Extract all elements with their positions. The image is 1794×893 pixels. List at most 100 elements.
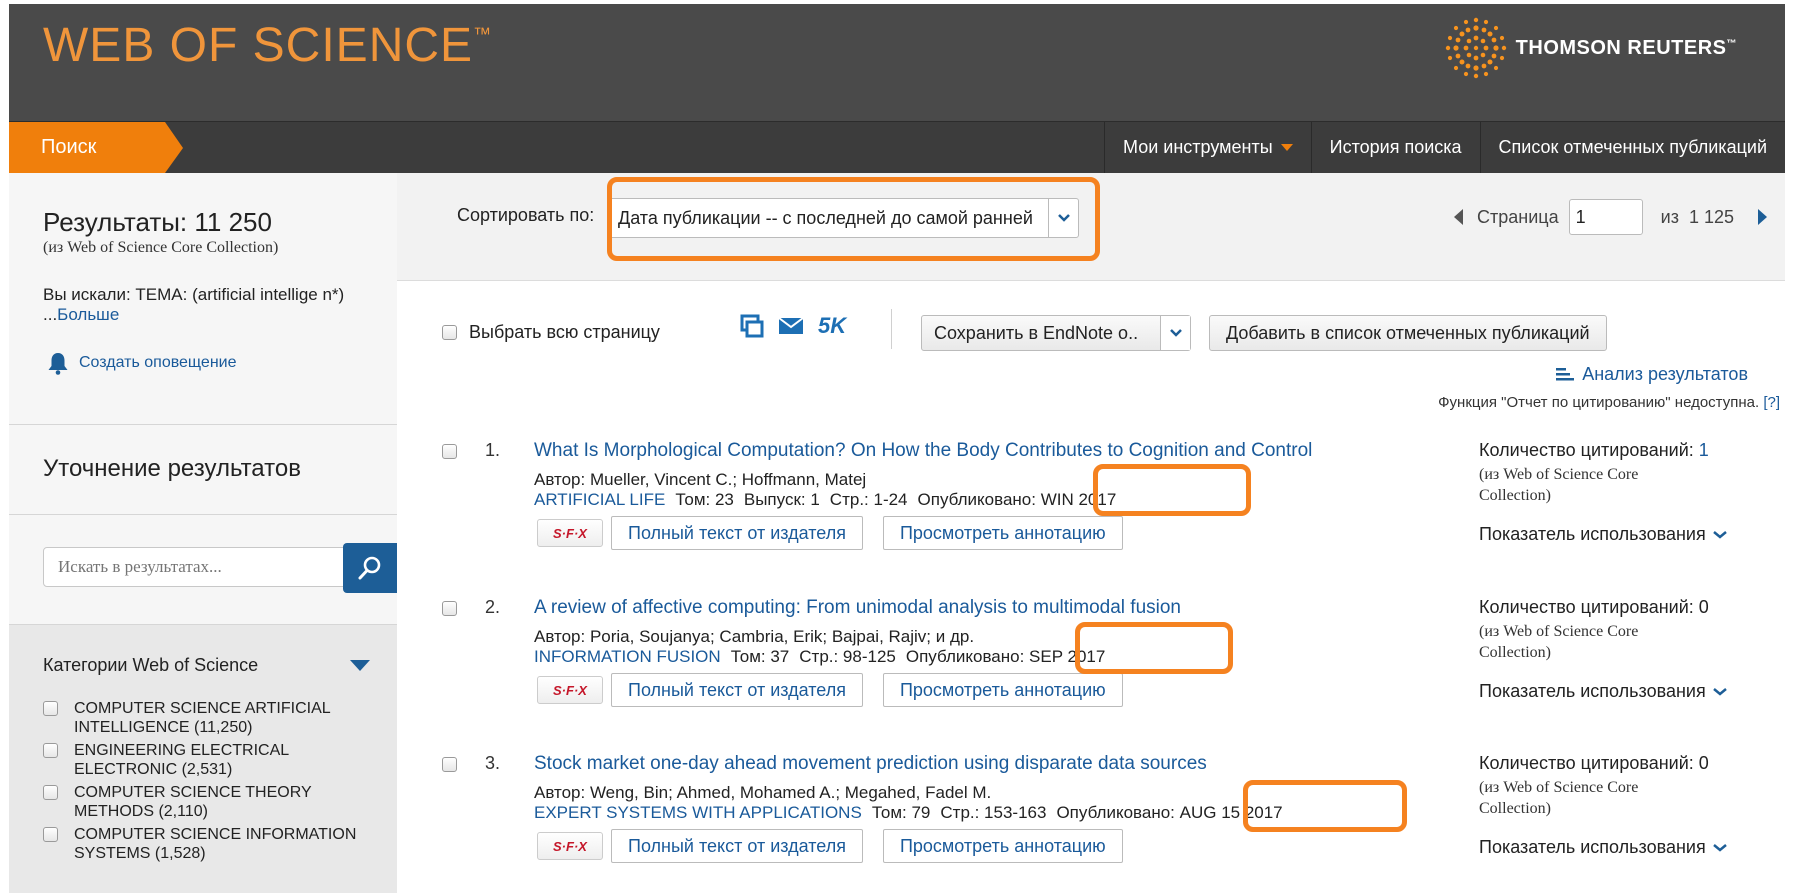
- sfx-button[interactable]: S·F·X: [537, 519, 603, 547]
- view-abstract-button[interactable]: Просмотреть аннотацию: [882, 829, 1123, 863]
- search-query: Вы искали: ТЕМА: (artificial intellige n…: [43, 285, 345, 324]
- refine-title: Уточнение результатов: [43, 455, 301, 482]
- record-number: 2.: [485, 597, 501, 617]
- bell-icon: [48, 353, 68, 375]
- search-in-results: [9, 515, 397, 625]
- search-in-results-button[interactable]: [343, 543, 397, 593]
- record-number: 3.: [485, 753, 501, 773]
- create-alert-link[interactable]: Создать оповещение: [47, 351, 236, 375]
- result-record: 1. What Is Morphological Computation? On…: [397, 432, 1785, 582]
- wos-categories-panel: Категории Web of Science COMPUTER SCIENC…: [9, 625, 397, 893]
- help-link[interactable]: [?]: [1763, 394, 1780, 411]
- usage-count-toggle[interactable]: Показатель использования: [1479, 524, 1728, 545]
- record-journal[interactable]: ARTIFICIAL LIFE: [534, 490, 665, 510]
- record-title[interactable]: Stock market one-day ahead movement pred…: [534, 753, 1207, 775]
- record-authors: Автор: Mueller, Vincent C.; Hoffmann, Ma…: [534, 470, 867, 489]
- record-title[interactable]: A review of affective computing: From un…: [534, 597, 1181, 619]
- results-count: Результаты: 11 250: [43, 207, 272, 237]
- citation-count: Количество цитирований: 0: [1479, 597, 1709, 617]
- bar-list-icon: [1556, 367, 1575, 380]
- print-icon[interactable]: [740, 314, 764, 338]
- add-to-marked-list-button[interactable]: Добавить в список отмеченных публикаций: [1209, 315, 1607, 351]
- usage-count-toggle[interactable]: Показатель использования: [1479, 837, 1728, 858]
- thomson-reuters-dots-icon: [1445, 17, 1506, 79]
- chevron-down-icon: [1712, 843, 1727, 852]
- analyze-results-link[interactable]: Анализ результатов: [1556, 364, 1748, 385]
- nav-my-tools[interactable]: Мои инструменты: [1104, 122, 1311, 173]
- record-journal[interactable]: INFORMATION FUSION: [534, 647, 721, 667]
- citation-count-link[interactable]: 1: [1699, 440, 1709, 460]
- record-checkbox[interactable]: [442, 444, 457, 459]
- citation-source: (из Web of Science Core Collection): [1479, 466, 1639, 504]
- citation-count: Количество цитирований: 1: [1479, 440, 1709, 460]
- search-in-results-input[interactable]: [43, 547, 353, 587]
- category-item: COMPUTER SCIENCE THEORY METHODS (2,110): [43, 783, 383, 821]
- sfx-button[interactable]: S·F·X: [537, 832, 603, 860]
- more-link[interactable]: Больше: [57, 305, 119, 324]
- record-title[interactable]: What Is Morphological Computation? On Ho…: [534, 440, 1312, 462]
- next-page-icon[interactable]: [1758, 209, 1767, 225]
- view-abstract-button[interactable]: Просмотреть аннотацию: [882, 673, 1123, 707]
- sort-label: Сортировать по:: [457, 205, 595, 225]
- category-item: COMPUTER SCIENCE ARTIFICIAL INTELLIGENCE…: [43, 699, 383, 737]
- full-text-button[interactable]: Полный текст от издателя: [611, 516, 863, 550]
- results-toolbar: Выбрать всю страницу 5K Сохранить в EndN…: [397, 281, 1785, 371]
- chevron-down-icon: [1160, 316, 1190, 350]
- citation-report-note: Функция "Отчет по цитированию" недоступн…: [1438, 394, 1780, 411]
- search-icon: [358, 556, 381, 580]
- tab-search[interactable]: Поиск: [9, 122, 183, 173]
- category-checkbox[interactable]: [43, 743, 58, 758]
- refine-results-header: Уточнение результатов: [9, 425, 397, 515]
- thomson-reuters-logo[interactable]: THOMSON REUTERS™: [1444, 16, 1737, 80]
- save-to-endnote-select[interactable]: Сохранить в EndNote o..: [921, 315, 1191, 351]
- highlight-frame-date-1: [1093, 464, 1251, 516]
- select-all[interactable]: Выбрать всю страницу: [442, 322, 660, 343]
- record-published: Опубликовано: WIN 2017: [917, 490, 1117, 509]
- category-checkbox[interactable]: [43, 701, 58, 716]
- record-source: EXPERT SYSTEMS WITH APPLICATIONS Том: 79…: [534, 803, 1283, 823]
- triangle-down-icon[interactable]: [350, 660, 370, 671]
- chevron-down-icon: [1712, 530, 1727, 539]
- left-sidebar: Результаты: 11 250 (из Web of Science Co…: [9, 173, 397, 893]
- previous-page-icon[interactable]: [1454, 209, 1464, 225]
- record-authors: Автор: Poria, Soujanya; Cambria, Erik; B…: [534, 627, 975, 646]
- toolbar-divider: [891, 309, 892, 349]
- chevron-down-icon: [1712, 687, 1727, 696]
- highlight-frame-date-3: [1243, 780, 1407, 832]
- main-nav: Поиск Мои инструменты История поиска Спи…: [9, 121, 1785, 173]
- record-checkbox[interactable]: [442, 601, 457, 616]
- record-source: INFORMATION FUSION Том: 37 Стр.: 98-125 …: [534, 647, 1106, 667]
- email-icon[interactable]: [778, 316, 804, 336]
- export-5k-button[interactable]: 5K: [818, 313, 846, 339]
- category-checkbox[interactable]: [43, 785, 58, 800]
- citation-source: (из Web of Science Core Collection): [1479, 623, 1639, 661]
- results-source: (из Web of Science Core Collection): [43, 239, 279, 256]
- pagination: Страница из 1 125: [1454, 199, 1767, 235]
- sfx-button[interactable]: S·F·X: [537, 676, 603, 704]
- full-text-button[interactable]: Полный текст от издателя: [611, 673, 863, 707]
- usage-count-toggle[interactable]: Показатель использования: [1479, 681, 1728, 702]
- view-abstract-button[interactable]: Просмотреть аннотацию: [882, 516, 1123, 550]
- results-summary: Результаты: 11 250 (из Web of Science Co…: [9, 173, 397, 425]
- category-list: COMPUTER SCIENCE ARTIFICIAL INTELLIGENCE…: [43, 699, 383, 867]
- category-item: ENGINEERING ELECTRICAL ELECTRONIC (2,531…: [43, 741, 383, 779]
- page-number-input[interactable]: [1568, 199, 1643, 235]
- site-header: WEB OF SCIENCE™ THOMSON REUTERS™: [9, 4, 1785, 121]
- highlight-frame-date-2: [1075, 622, 1233, 674]
- categories-title: Категории Web of Science: [43, 655, 259, 675]
- result-record: 3. Stock market one-day ahead movement p…: [397, 745, 1785, 893]
- citation-source: (из Web of Science Core Collection): [1479, 779, 1639, 817]
- record-journal[interactable]: EXPERT SYSTEMS WITH APPLICATIONS: [534, 803, 862, 823]
- chevron-down-icon: [1280, 144, 1293, 151]
- category-item: COMPUTER SCIENCE INFORMATION SYSTEMS (1,…: [43, 825, 383, 863]
- full-text-button[interactable]: Полный текст от издателя: [611, 829, 863, 863]
- nav-search-history[interactable]: История поиска: [1310, 122, 1480, 173]
- select-all-checkbox[interactable]: [442, 325, 457, 340]
- record-number: 1.: [485, 440, 501, 460]
- record-checkbox[interactable]: [442, 757, 457, 772]
- category-checkbox[interactable]: [43, 827, 58, 842]
- record-authors: Автор: Weng, Bin; Ahmed, Mohamed A.; Meg…: [534, 783, 992, 802]
- nav-marked-list[interactable]: Список отмеченных публикаций: [1479, 122, 1785, 173]
- wos-logo[interactable]: WEB OF SCIENCE™: [43, 18, 492, 73]
- citation-count: Количество цитирований: 0: [1479, 753, 1709, 773]
